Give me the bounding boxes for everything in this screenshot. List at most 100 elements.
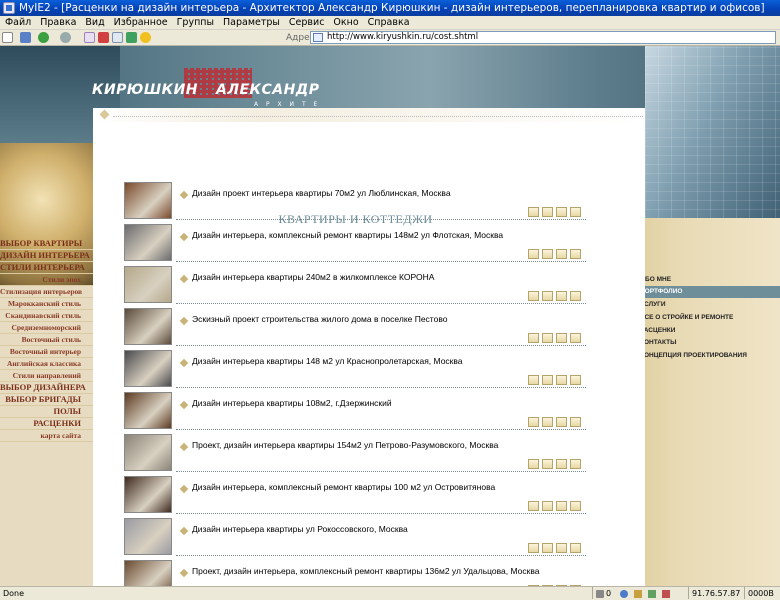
details-icon[interactable] <box>570 543 581 553</box>
project-title-link[interactable]: Проект, дизайн интерьера, комплексный ре… <box>192 566 540 577</box>
description-icon[interactable] <box>556 375 567 385</box>
details-icon[interactable] <box>570 417 581 427</box>
image-icon[interactable] <box>662 590 670 598</box>
project-title-link[interactable]: Дизайн интерьера квартиры 240м2 в жилком… <box>192 272 434 283</box>
flash-icon[interactable] <box>634 590 642 598</box>
left-menu-item[interactable]: Средиземноморский <box>0 322 93 334</box>
script-icon[interactable] <box>648 590 656 598</box>
view-photo-icon[interactable] <box>528 249 539 259</box>
left-menu-item[interactable]: Английская классика <box>0 358 93 370</box>
details-icon[interactable] <box>570 291 581 301</box>
project-title-link[interactable]: Эскизный проект строительства жилого дом… <box>192 314 447 325</box>
details-icon[interactable] <box>570 501 581 511</box>
plan-icon[interactable] <box>542 249 553 259</box>
project-title-link[interactable]: Дизайн интерьера, комплексный ремонт ква… <box>192 482 495 493</box>
plan-icon[interactable] <box>542 333 553 343</box>
description-icon[interactable] <box>556 543 567 553</box>
menu-view[interactable]: Вид <box>80 16 108 30</box>
project-thumbnail[interactable] <box>124 224 172 261</box>
plan-icon[interactable] <box>542 291 553 301</box>
left-menu-item[interactable]: РАСЦЕНКИ <box>0 418 93 430</box>
project-thumbnail[interactable] <box>124 518 172 555</box>
left-menu-item[interactable]: Стили направлений <box>0 370 93 382</box>
project-thumbnail[interactable] <box>124 350 172 387</box>
view-photo-icon[interactable] <box>528 333 539 343</box>
plan-icon[interactable] <box>542 459 553 469</box>
project-thumbnail[interactable] <box>124 476 172 513</box>
details-icon[interactable] <box>570 207 581 217</box>
close-tab-icon[interactable] <box>98 32 109 43</box>
back-icon[interactable] <box>38 32 49 43</box>
project-title-link[interactable]: Дизайн интерьера, комплексный ремонт ква… <box>192 230 503 241</box>
address-url[interactable]: http://www.kiryushkin.ru/cost.shtml <box>327 32 478 42</box>
home-icon[interactable] <box>126 32 137 43</box>
project-thumbnail[interactable] <box>124 434 172 471</box>
details-icon[interactable] <box>570 249 581 259</box>
project-title-link[interactable]: Проект, дизайн интерьера квартиры 154м2 … <box>192 440 498 451</box>
left-menu-item[interactable]: ВЫБОР КВАРТИРЫ <box>0 238 93 250</box>
left-menu-item[interactable]: Марокканский стиль <box>0 298 93 310</box>
details-icon[interactable] <box>570 375 581 385</box>
project-title-link[interactable]: Дизайн интерьера квартиры ул Рокоссовско… <box>192 524 408 535</box>
project-thumbnail[interactable] <box>124 392 172 429</box>
site-logo[interactable]: КИРЮШКИН АЛЕКСАНДР А Р Х И Т Е К Т О Р <box>92 68 322 115</box>
address-field[interactable]: http://www.kiryushkin.ru/cost.shtml <box>310 31 776 44</box>
view-photo-icon[interactable] <box>528 501 539 511</box>
menu-file[interactable]: Файл <box>0 16 35 30</box>
plan-icon[interactable] <box>542 501 553 511</box>
left-menu-item[interactable]: СТИЛИ ИНТЕРЬЕРА <box>0 262 93 274</box>
menu-window[interactable]: Окно <box>328 16 362 30</box>
plan-icon[interactable] <box>542 375 553 385</box>
plan-icon[interactable] <box>542 417 553 427</box>
menu-tools[interactable]: Сервис <box>284 16 329 30</box>
view-photo-icon[interactable] <box>528 417 539 427</box>
view-photo-icon[interactable] <box>528 207 539 217</box>
details-icon[interactable] <box>570 459 581 469</box>
description-icon[interactable] <box>556 249 567 259</box>
view-photo-icon[interactable] <box>528 291 539 301</box>
left-menu-item[interactable]: Скандинавский стиль <box>0 310 93 322</box>
left-menu-item[interactable]: ПОЛЫ <box>0 406 93 418</box>
project-thumbnail[interactable] <box>124 266 172 303</box>
menu-edit[interactable]: Правка <box>35 16 80 30</box>
new-page-icon[interactable] <box>2 32 13 43</box>
description-icon[interactable] <box>556 417 567 427</box>
right-menu-item[interactable]: РАСЦЕНКИ <box>640 325 675 337</box>
menu-options[interactable]: Параметры <box>218 16 284 30</box>
favorites-star-icon[interactable] <box>140 32 151 43</box>
menu-favorites[interactable]: Избранное <box>109 16 172 30</box>
left-menu-item[interactable]: Восточный интерьер <box>0 346 93 358</box>
menu-groups[interactable]: Группы <box>172 16 218 30</box>
view-photo-icon[interactable] <box>528 459 539 469</box>
save-icon[interactable] <box>20 32 31 43</box>
project-title-link[interactable]: Дизайн интерьера квартиры 108м2, г.Дзерж… <box>192 398 392 409</box>
description-icon[interactable] <box>556 207 567 217</box>
description-icon[interactable] <box>556 501 567 511</box>
view-photo-icon[interactable] <box>528 543 539 553</box>
project-thumbnail[interactable] <box>124 308 172 345</box>
description-icon[interactable] <box>556 291 567 301</box>
left-menu-item[interactable]: Стили эпох <box>0 274 93 286</box>
view-photo-icon[interactable] <box>528 375 539 385</box>
left-menu-item[interactable]: Восточный стиль <box>0 334 93 346</box>
right-menu-item[interactable]: КОНТАКТЫ <box>640 337 676 349</box>
right-menu-item[interactable]: КОНЦЕПЦИЯ ПРОЕКТИРОВАНИЯ <box>640 350 747 362</box>
project-thumbnail[interactable] <box>124 560 172 586</box>
popup-blocker-icon[interactable] <box>620 590 628 598</box>
refresh-icon[interactable] <box>112 32 123 43</box>
trash-icon[interactable] <box>596 590 604 598</box>
plan-icon[interactable] <box>542 543 553 553</box>
left-menu-item[interactable]: ВЫБОР БРИГАДЫ <box>0 394 93 406</box>
plan-icon[interactable] <box>542 207 553 217</box>
left-menu-item[interactable]: ДИЗАЙН ИНТЕРЬЕРА <box>0 250 93 262</box>
description-icon[interactable] <box>556 333 567 343</box>
stop-icon[interactable] <box>84 32 95 43</box>
menu-help[interactable]: Справка <box>363 16 414 30</box>
project-title-link[interactable]: Дизайн интерьера квартиры 148 м2 ул Крас… <box>192 356 463 367</box>
forward-icon[interactable] <box>60 32 71 43</box>
project-title-link[interactable]: Дизайн проект интерьера квартиры 70м2 ул… <box>192 188 451 199</box>
left-menu-item[interactable]: Стилизация интерьеров <box>0 286 93 298</box>
description-icon[interactable] <box>556 459 567 469</box>
project-thumbnail[interactable] <box>124 182 172 219</box>
right-menu-item[interactable]: ВСЕ О СТРОЙКЕ И РЕМОНТЕ <box>640 312 733 324</box>
